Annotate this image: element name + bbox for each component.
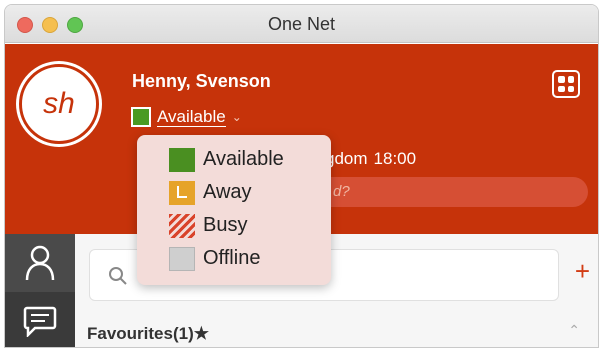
presence-option-away[interactable]: Away [137,176,331,209]
location-text: gdom [325,149,368,168]
title-bar: One Net [5,5,598,43]
grid-menu-icon[interactable] [552,70,580,98]
chevron-up-icon[interactable]: ⌃ [568,322,580,339]
add-contact-button[interactable]: + [575,258,590,284]
local-time: 18:00 [373,149,417,168]
away-icon [169,180,195,205]
available-icon [169,147,195,172]
app-window: One Net sh Henny, Svenson Available ⌄ gd… [4,4,599,348]
offline-icon [169,246,195,271]
nav-contacts[interactable] [5,234,75,292]
avatar[interactable]: sh [19,64,99,144]
presence-option-available[interactable]: Available [137,143,331,176]
user-name: Henny, Svenson [132,71,271,91]
presence-option-label: Offline [203,247,261,269]
left-nav-rail [5,234,75,347]
presence-option-label: Available [203,148,284,170]
status-note-field[interactable]: d? [305,177,588,207]
chevron-down-icon: ⌄ [231,110,242,124]
location-time: gdom 18:00 [325,149,416,169]
search-icon [109,267,127,285]
presence-option-offline[interactable]: Offline [137,242,331,275]
presence-status-icon [131,107,151,127]
presence-option-label: Busy [203,214,248,236]
presence-selector[interactable]: Available ⌄ [131,106,242,128]
person-icon [25,245,55,281]
presence-option-label: Away [203,181,252,203]
presence-label: Available [157,107,226,127]
busy-icon [169,213,195,238]
presence-dropdown: Available Away Busy Offline [137,135,331,285]
status-note-text: d? [333,183,350,200]
nav-chat[interactable] [5,292,75,347]
presence-option-busy[interactable]: Busy [137,209,331,242]
window-title: One Net [267,14,336,34]
favourites-header[interactable]: Favourites(1)★ [87,324,209,344]
avatar-initials: sh [43,87,75,120]
chat-icon [23,306,57,337]
